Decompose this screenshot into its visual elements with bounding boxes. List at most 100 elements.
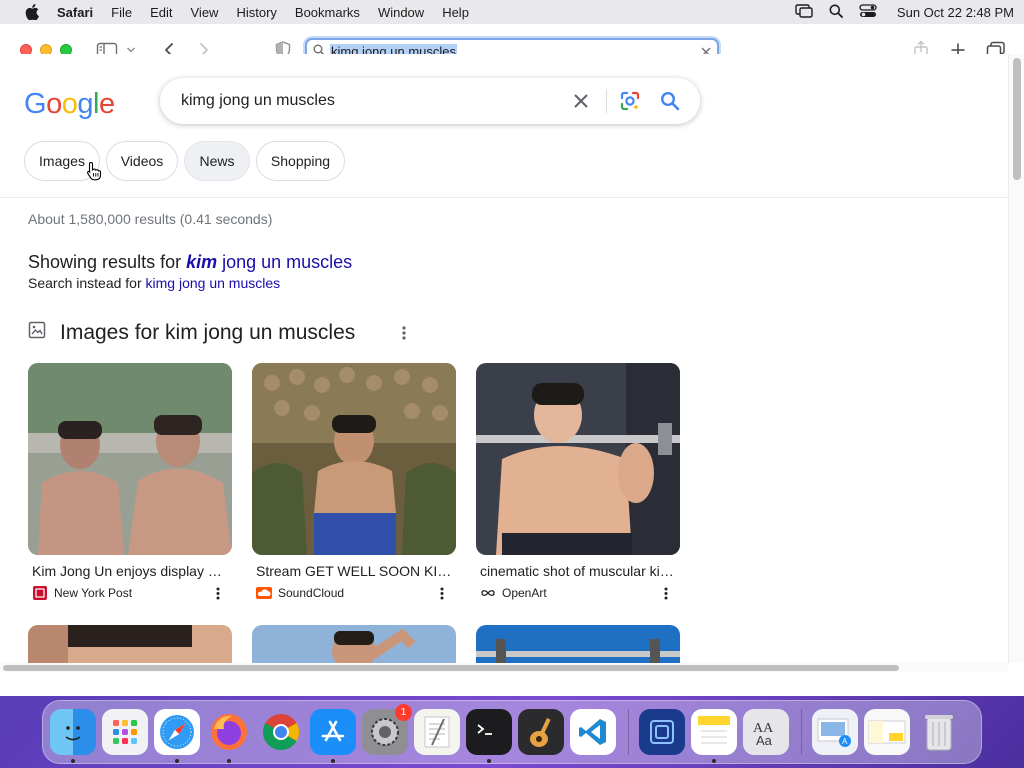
nav-divider <box>0 197 1008 198</box>
image-result-title[interactable]: cinematic shot of muscular kim jong un <box>480 563 676 579</box>
safari-icon[interactable] <box>154 709 200 763</box>
corrected-query-link[interactable]: kim jong un muscles <box>186 252 352 272</box>
control-center-icon[interactable] <box>859 3 877 21</box>
image-result-title[interactable]: Kim Jong Un enjoys display of ... <box>32 563 228 579</box>
firefox-icon[interactable] <box>206 709 252 763</box>
google-logo[interactable]: Google <box>24 88 115 121</box>
image-thumbnail[interactable] <box>28 363 232 555</box>
screen-mirroring-icon[interactable] <box>795 3 813 21</box>
dock-separator <box>801 709 802 755</box>
app-store-icon[interactable] <box>310 709 356 763</box>
dock: 1 AA Aa A <box>42 700 982 764</box>
menu-bookmarks[interactable]: Bookmarks <box>286 5 369 20</box>
image-result-title[interactable]: Stream GET WELL SOON KIM JONG UN <box>256 563 452 579</box>
openart-icon <box>480 585 496 601</box>
launchpad-icon[interactable] <box>102 709 148 755</box>
search-instead: Search instead for kimg jong un muscles <box>28 275 280 291</box>
more-options-icon[interactable] <box>395 323 413 343</box>
image-result-source[interactable]: OpenArt <box>480 585 547 601</box>
running-indicator <box>331 759 335 763</box>
image-result-card[interactable]: Kim Jong Un enjoys display of ... New Yo… <box>28 363 232 600</box>
source-name: New York Post <box>54 586 133 600</box>
garageband-icon[interactable] <box>518 709 564 755</box>
logo-letter: e <box>98 88 115 120</box>
instead-prefix: Search instead for <box>28 275 146 291</box>
trash-icon[interactable] <box>916 709 962 755</box>
menubar-clock[interactable]: Sun Oct 22 2:48 PM <box>897 5 1014 20</box>
image-result-card[interactable]: cinematic shot of muscular kim jong un O… <box>476 363 680 600</box>
running-indicator <box>175 759 179 763</box>
result-stats: About 1,580,000 results (0.41 seconds) <box>28 211 273 227</box>
running-indicator <box>712 759 716 763</box>
finder-icon[interactable] <box>50 709 96 763</box>
original-query-link[interactable]: kimg jong un muscles <box>146 275 281 291</box>
image-result-source[interactable]: SoundCloud <box>256 585 344 601</box>
svg-text:A: A <box>842 737 848 746</box>
search-box-divider <box>606 89 607 113</box>
spotlight-search-icon[interactable] <box>829 4 843 21</box>
google-lens-icon[interactable] <box>618 89 642 113</box>
chip-news[interactable]: News <box>184 141 250 181</box>
soundcloud-icon <box>256 585 272 601</box>
image-thumbnail[interactable] <box>476 625 680 663</box>
chrome-icon[interactable] <box>258 709 304 755</box>
nypost-icon <box>32 585 48 601</box>
image-result-source[interactable]: New York Post <box>32 585 132 601</box>
horizontal-scroll-thumb[interactable] <box>3 665 899 671</box>
logo-letter: g <box>77 88 93 120</box>
menu-file[interactable]: File <box>102 5 141 20</box>
chip-videos[interactable]: Videos <box>106 141 178 181</box>
dock-separator <box>628 709 629 755</box>
chip-shopping[interactable]: Shopping <box>256 141 345 181</box>
menu-bar: Safari File Edit View History Bookmarks … <box>0 0 1024 24</box>
source-name: SoundCloud <box>278 586 345 600</box>
terminal-icon[interactable] <box>466 709 512 763</box>
web-page: Google kimg jong un muscles Images Video… <box>0 54 1008 663</box>
image-thumbnail[interactable] <box>252 363 456 555</box>
svg-text:Aa: Aa <box>756 733 773 748</box>
search-input[interactable]: kimg jong un muscles <box>181 92 335 110</box>
apple-menu-icon[interactable] <box>16 4 48 20</box>
notes-window-icon[interactable] <box>864 709 910 755</box>
horizontal-scrollbar[interactable] <box>0 663 1008 672</box>
more-options-icon[interactable] <box>436 584 448 602</box>
font-book-icon[interactable]: AA Aa <box>743 709 789 755</box>
image-thumbnail[interactable] <box>476 363 680 555</box>
search-submit-icon[interactable] <box>658 89 682 113</box>
menu-view[interactable]: View <box>182 5 228 20</box>
menu-history[interactable]: History <box>227 5 285 20</box>
menu-window[interactable]: Window <box>369 5 433 20</box>
vertical-scrollbar[interactable] <box>1008 54 1024 663</box>
notification-badge: 1 <box>395 704 412 721</box>
system-settings-icon[interactable]: 1 <box>362 704 412 755</box>
image-thumbnail[interactable] <box>252 625 456 663</box>
vertical-scroll-thumb[interactable] <box>1013 58 1021 180</box>
preview-icon[interactable]: A <box>812 709 858 755</box>
menu-app-name[interactable]: Safari <box>48 5 102 20</box>
screen-sharing-icon[interactable] <box>639 709 685 755</box>
more-options-icon[interactable] <box>212 584 224 602</box>
images-section-title[interactable]: Images for kim jong un muscles <box>60 321 355 345</box>
logo-letter: o <box>61 88 78 120</box>
textedit-icon[interactable] <box>414 709 460 755</box>
running-indicator <box>227 759 231 763</box>
more-options-icon[interactable] <box>660 584 672 602</box>
running-indicator <box>71 759 75 763</box>
image-thumbnail[interactable] <box>28 625 232 663</box>
notes-icon[interactable] <box>691 709 737 763</box>
vscode-icon[interactable] <box>570 709 616 755</box>
search-box[interactable]: kimg jong un muscles <box>160 78 700 124</box>
corrected-rest: jong un muscles <box>217 252 353 272</box>
menu-edit[interactable]: Edit <box>141 5 181 20</box>
source-name: OpenArt <box>502 586 547 600</box>
logo-letter: o <box>46 88 62 120</box>
image-icon <box>28 321 48 341</box>
corrected-bold: kim <box>186 252 218 272</box>
image-result-card[interactable]: Stream GET WELL SOON KIM JONG UN SoundCl… <box>252 363 456 600</box>
chip-label: Shopping <box>270 153 331 169</box>
running-indicator <box>487 759 491 763</box>
menu-help[interactable]: Help <box>433 5 478 20</box>
spelling-correction: Showing results for kim jong un muscles <box>28 252 352 273</box>
chip-label: News <box>199 153 235 169</box>
clear-search-icon[interactable] <box>570 90 592 112</box>
